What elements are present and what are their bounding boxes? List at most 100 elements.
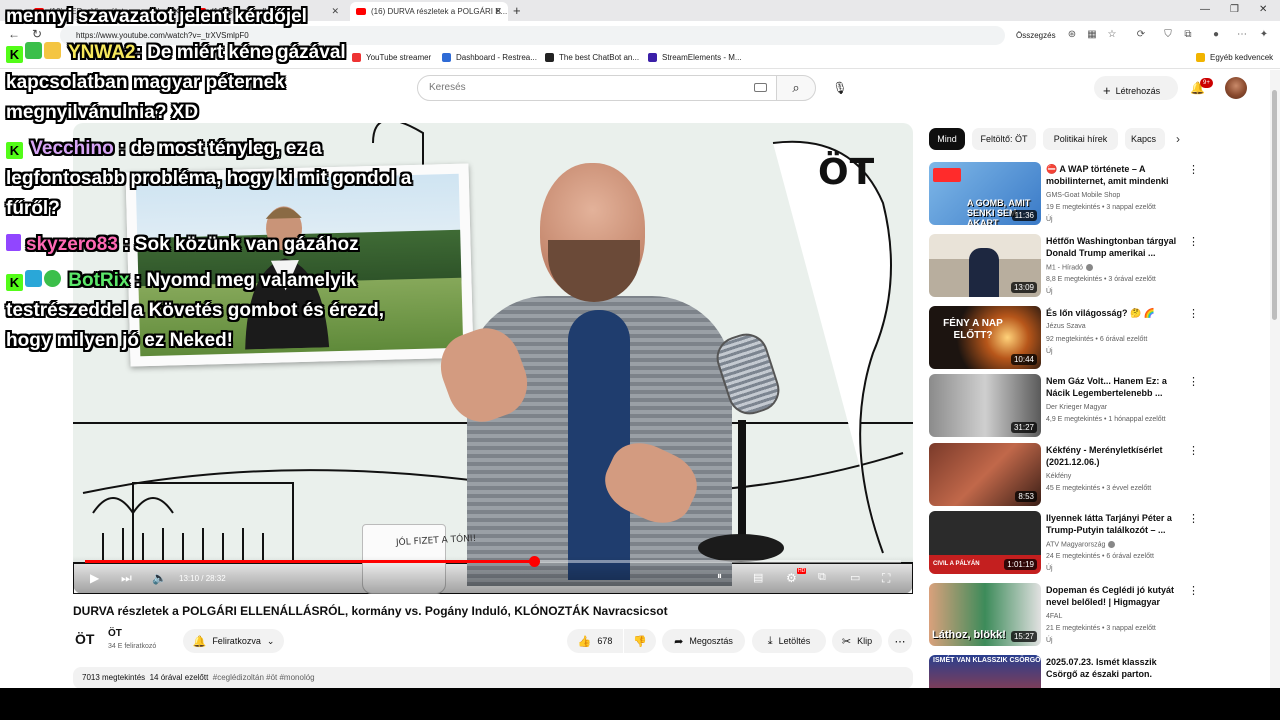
keyboard-icon[interactable]: [754, 83, 767, 92]
miniplayer-icon[interactable]: ⧉: [818, 571, 826, 584]
bookmark-youtube-streamer[interactable]: YouTube streamer: [352, 53, 431, 62]
video-thumbnail[interactable]: 8:53: [929, 443, 1041, 506]
video-title[interactable]: Dopeman és Ceglédi jó kutyát nevel belől…: [1046, 584, 1178, 608]
video-thumbnail[interactable]: Láthoz, blökk! 15:27: [929, 583, 1041, 646]
search-input[interactable]: Keresés: [417, 75, 777, 101]
copilot-icon[interactable]: ✦: [1258, 29, 1270, 41]
video-title[interactable]: És lőn világosság? 🤔 🌈: [1046, 307, 1178, 319]
channel-name[interactable]: ATV Magyarország: [1046, 541, 1116, 548]
recommendation-item[interactable]: 31:27 Nem Gáz Volt... Hanem Ez: a Nácik …: [929, 374, 1199, 437]
progress-bar[interactable]: [85, 556, 901, 567]
chip-related[interactable]: Kapcs: [1125, 128, 1165, 150]
search-button[interactable]: ⌕: [776, 75, 816, 101]
channel-name[interactable]: Der Krieger Magyar: [1046, 404, 1107, 411]
channel-name[interactable]: 4FAL: [1046, 613, 1062, 620]
bookmark-dashboard[interactable]: Dashboard - Restrea...: [442, 53, 537, 62]
bookmark-streamelements[interactable]: StreamElements - M...: [648, 53, 742, 62]
channel-name[interactable]: ÖT: [108, 628, 122, 639]
apps-icon[interactable]: ▦: [1086, 29, 1098, 41]
close-icon[interactable]: ✕: [331, 6, 339, 17]
tab-3-active[interactable]: (16) DURVA részletek a POLGÁRI E... ✕: [350, 2, 508, 21]
autoplay-toggle-icon[interactable]: ⏸: [717, 571, 722, 582]
recommendation-item[interactable]: 13:09 Hétfőn Washingtonban tárgyal Donal…: [929, 234, 1199, 297]
twitch-icon: [6, 234, 21, 251]
clip-button[interactable]: ✂ Klip: [832, 629, 882, 653]
channel-name[interactable]: Kékfény: [1046, 473, 1071, 480]
next-icon[interactable]: ⏭: [121, 571, 132, 586]
close-icon[interactable]: ✕: [494, 6, 502, 17]
bookmark-other-favorites[interactable]: Egyéb kedvencek: [1196, 53, 1273, 62]
profile-icon[interactable]: ●: [1210, 29, 1222, 41]
video-title[interactable]: ⛔ A WAP története – A mobilinternet, ami…: [1046, 163, 1178, 187]
download-button[interactable]: ⤓ Letöltés: [752, 629, 826, 653]
more-vertical-icon[interactable]: ⋮: [1188, 444, 1199, 457]
more-vertical-icon[interactable]: ⋮: [1188, 375, 1199, 388]
new-tab-icon[interactable]: +: [513, 3, 521, 18]
recommendation-item[interactable]: ISMÉT VAN KLASSZIK CSÖRGŐ 2025.07.23. Is…: [929, 655, 1179, 688]
chevron-right-icon[interactable]: ›: [1176, 132, 1180, 146]
video-thumbnail[interactable]: 13:09: [929, 234, 1041, 297]
channel-name[interactable]: M1 - Híradó: [1046, 264, 1093, 271]
recommendation-item[interactable]: CIVIL A PÁLYÁN 1:01:19 Ilyennek látta Ta…: [929, 511, 1199, 574]
video-title[interactable]: Ilyennek látta Tarjányi Péter a Trump-Pu…: [1046, 512, 1178, 536]
video-title[interactable]: Kékfény - Merényletkísérlet (2021.12.06.…: [1046, 444, 1178, 468]
recommendation-item[interactable]: A GOMB, AMIT SENKI SEM AKART 11:36 ⛔ A W…: [929, 162, 1199, 225]
description-box[interactable]: 7013 megtekintés 14 órával ezelőtt #cegl…: [73, 667, 913, 689]
new-badge: Új: [1046, 216, 1053, 223]
maximize-icon[interactable]: ❐: [1230, 4, 1239, 15]
dislike-button[interactable]: 👎: [624, 629, 656, 653]
shield-icon[interactable]: ⛉: [1162, 29, 1174, 41]
settings-gear-icon[interactable]: ⚙: [786, 571, 797, 585]
more-vertical-icon[interactable]: ⋮: [1188, 512, 1199, 525]
video-thumbnail[interactable]: ISMÉT VAN KLASSZIK CSÖRGŐ: [929, 655, 1041, 688]
recommendation-item[interactable]: Láthoz, blökk! 15:27 Dopeman és Ceglédi …: [929, 583, 1199, 646]
more-vertical-icon[interactable]: ⋮: [1188, 235, 1199, 248]
collections-icon[interactable]: ⧉: [1182, 29, 1194, 41]
minimize-icon[interactable]: —: [1200, 4, 1210, 15]
voice-search-button[interactable]: 🎙: [826, 75, 854, 101]
subscribe-button[interactable]: 🔔 Feliratkozva ⌄: [183, 629, 284, 653]
scrollbar-thumb[interactable]: [1272, 90, 1277, 320]
avatar[interactable]: [1225, 77, 1247, 99]
volume-icon[interactable]: 🔈: [152, 571, 167, 585]
bookmark-chatbot[interactable]: The best ChatBot an...: [545, 53, 639, 62]
translate-icon[interactable]: ⊛: [1066, 29, 1078, 41]
recommendation-item[interactable]: FÉNY A NAP ELŐTT? 10:44 És lőn világossá…: [929, 306, 1199, 369]
extensions-icon[interactable]: ⟳: [1135, 29, 1147, 41]
kick-icon: K: [6, 274, 23, 291]
more-vertical-icon[interactable]: ⋮: [1188, 163, 1199, 176]
video-title[interactable]: Hétfőn Washingtonban tárgyal Donald Trum…: [1046, 235, 1178, 259]
chip-political-news[interactable]: Politikai hírek: [1043, 128, 1118, 150]
more-vertical-icon[interactable]: ⋮: [1188, 584, 1199, 597]
share-button[interactable]: ➦ Megosztás: [662, 629, 745, 653]
hashtags[interactable]: #ceglédizoltán #öt #monológ: [213, 673, 315, 682]
chip-all[interactable]: Mind: [929, 128, 965, 150]
video-thumbnail[interactable]: 31:27: [929, 374, 1041, 437]
channel-logo[interactable]: ÖT: [75, 631, 94, 647]
subtitles-icon[interactable]: ▤: [753, 571, 763, 584]
summary-button[interactable]: Összegzés: [1016, 31, 1056, 40]
chat-text: : De miért kéne gázával: [135, 42, 346, 63]
progress-scrubber[interactable]: [528, 556, 540, 567]
more-icon[interactable]: ⋯: [1236, 29, 1248, 41]
video-thumbnail[interactable]: FÉNY A NAP ELŐTT? 10:44: [929, 306, 1041, 369]
create-button[interactable]: + Létrehozás: [1094, 76, 1178, 100]
video-title[interactable]: Nem Gáz Volt... Hanem Ez: a Nácik Legemb…: [1046, 375, 1178, 399]
video-thumbnail[interactable]: CIVIL A PÁLYÁN 1:01:19: [929, 511, 1041, 574]
close-window-icon[interactable]: ✕: [1259, 4, 1267, 15]
new-badge: Új: [1046, 637, 1053, 644]
channel-name[interactable]: GMS-Goat Mobile Shop: [1046, 192, 1120, 199]
more-vertical-icon[interactable]: ⋮: [1188, 307, 1199, 320]
more-actions-button[interactable]: ⋯: [888, 629, 912, 653]
theater-mode-icon[interactable]: ▭: [850, 571, 860, 584]
video-title[interactable]: 2025.07.23. Ismét klasszik Csörgő az ész…: [1046, 656, 1178, 680]
recommendation-item[interactable]: 8:53 Kékfény - Merényletkísérlet (2021.1…: [929, 443, 1199, 506]
video-meta: 4,9 E megtekintés • 1 hónappal ezelőtt: [1046, 416, 1166, 423]
play-icon[interactable]: ▶: [90, 571, 99, 585]
favorite-star-icon[interactable]: ☆: [1106, 29, 1118, 41]
video-thumbnail[interactable]: A GOMB, AMIT SENKI SEM AKART 11:36: [929, 162, 1041, 225]
fullscreen-icon[interactable]: ⛶: [882, 571, 890, 586]
channel-name[interactable]: Jézus Szava: [1046, 323, 1086, 330]
chip-uploader[interactable]: Feltöltő: ÖT: [972, 128, 1036, 150]
like-button[interactable]: 👍 678: [567, 629, 623, 653]
